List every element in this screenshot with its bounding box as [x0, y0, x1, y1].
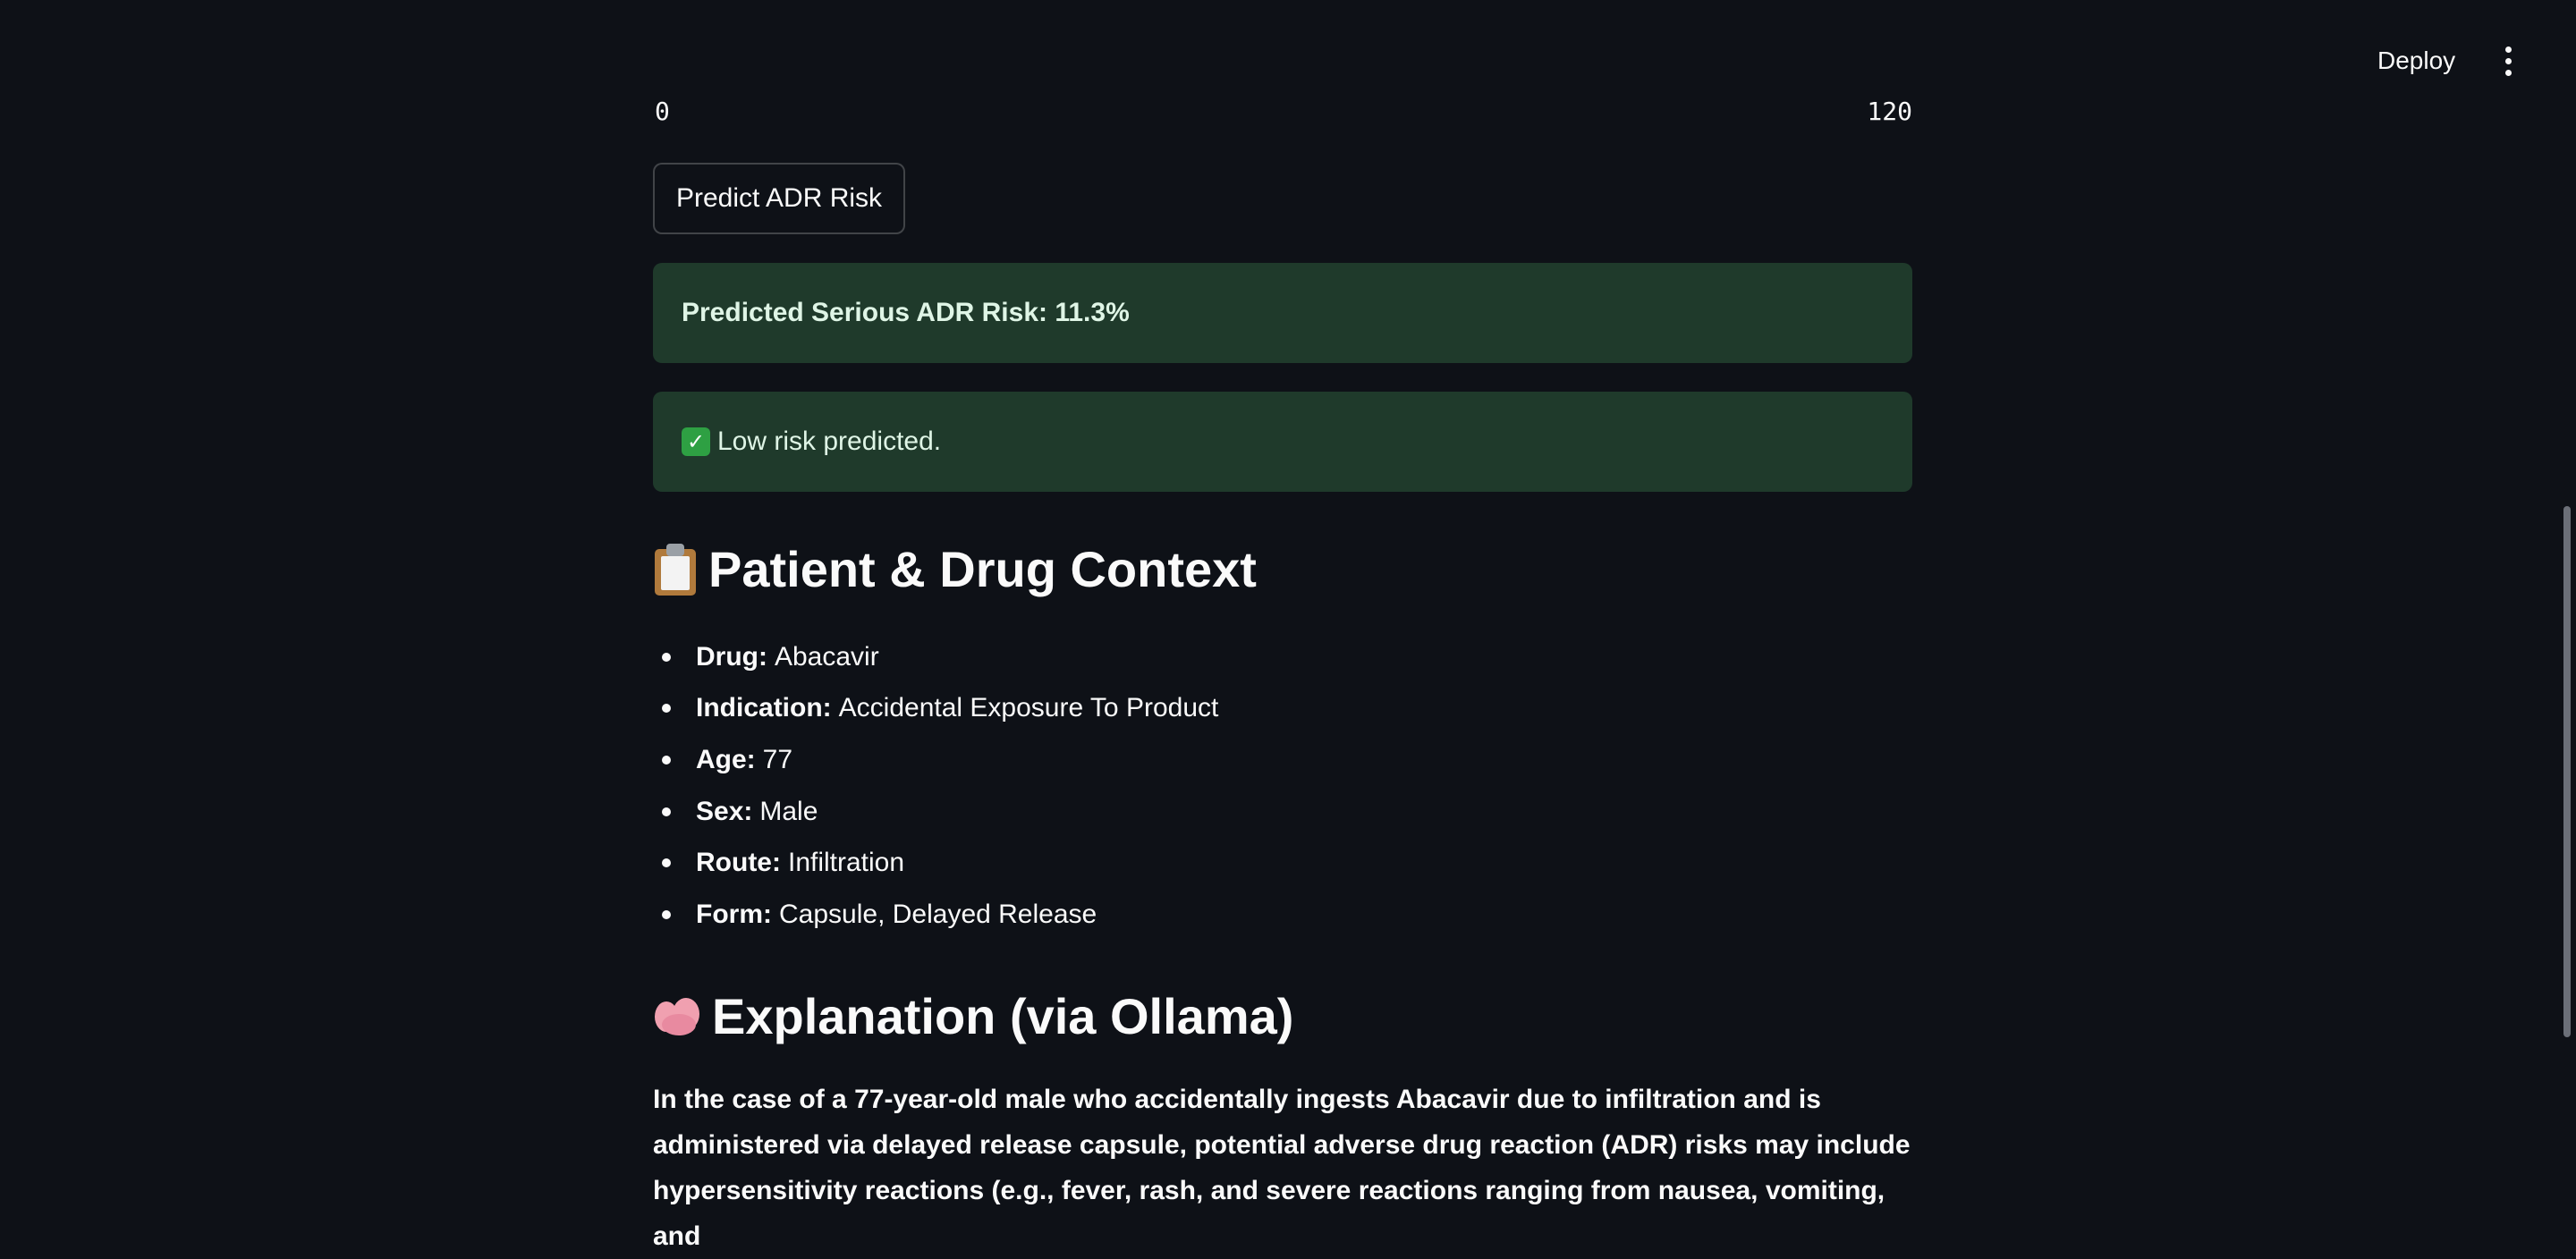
item-key: Age:: [696, 744, 756, 774]
vertical-ellipsis-icon: [2504, 46, 2512, 53]
risk-status-alert: ✓ Low risk predicted.: [653, 392, 1912, 492]
scrollbar-thumb[interactable]: [2563, 506, 2571, 1037]
item-value: Accidental Exposure To Product: [838, 693, 1219, 723]
app-header: Deploy: [0, 0, 2576, 107]
context-heading: Patient & Drug Context: [653, 540, 1257, 598]
explanation-heading: Explanation (via Ollama): [653, 987, 1293, 1045]
main-menu-button[interactable]: [2483, 36, 2533, 86]
deploy-button[interactable]: Deploy: [2363, 39, 2470, 82]
list-item: Age: 77: [653, 734, 1218, 786]
list-item: Indication: Accidental Exposure To Produ…: [653, 683, 1218, 735]
item-value: Capsule, Delayed Release: [779, 899, 1097, 929]
item-key: Form:: [696, 899, 772, 929]
list-item: Route: Infiltration: [653, 837, 1218, 889]
item-value: Abacavir: [774, 641, 879, 672]
risk-result-text: Predicted Serious ADR Risk: 11.3%: [682, 298, 1130, 327]
predict-adr-risk-button[interactable]: Predict ADR Risk: [653, 163, 906, 234]
context-heading-text: Patient & Drug Context: [708, 541, 1257, 597]
item-key: Drug:: [696, 641, 767, 672]
explanation-line: administered via delayed release capsule…: [653, 1130, 1911, 1160]
explanation-line: In the case of a 77-year-old male who ac…: [653, 1085, 1821, 1114]
risk-status-text: Low risk predicted.: [717, 427, 942, 456]
list-item: Sex: Male: [653, 786, 1218, 838]
item-value: Male: [759, 796, 818, 826]
risk-result-alert: Predicted Serious ADR Risk: 11.3%: [653, 263, 1912, 363]
explanation-text: In the case of a 77-year-old male who ac…: [653, 1077, 1912, 1259]
context-list: Drug: Abacavir Indication: Accidental Ex…: [653, 631, 1218, 941]
list-item: Form: Capsule, Delayed Release: [653, 889, 1218, 941]
slider-min-label: 0: [655, 97, 670, 126]
explanation-line: hypersensitivity reactions (e.g., fever,…: [653, 1176, 1885, 1251]
check-mark-icon: ✓: [682, 427, 710, 456]
item-value: Infiltration: [787, 848, 905, 878]
slider-max-label: 120: [1867, 97, 1912, 126]
item-key: Route:: [696, 848, 781, 878]
item-key: Sex:: [696, 796, 753, 826]
item-value: 77: [762, 744, 793, 774]
page-scrollbar[interactable]: [2560, 0, 2576, 1232]
list-item: Drug: Abacavir: [653, 631, 1218, 683]
item-key: Indication:: [696, 693, 832, 723]
brain-icon: [653, 994, 703, 1039]
clipboard-icon: [653, 543, 698, 596]
explanation-heading-text: Explanation (via Ollama): [712, 988, 1294, 1044]
